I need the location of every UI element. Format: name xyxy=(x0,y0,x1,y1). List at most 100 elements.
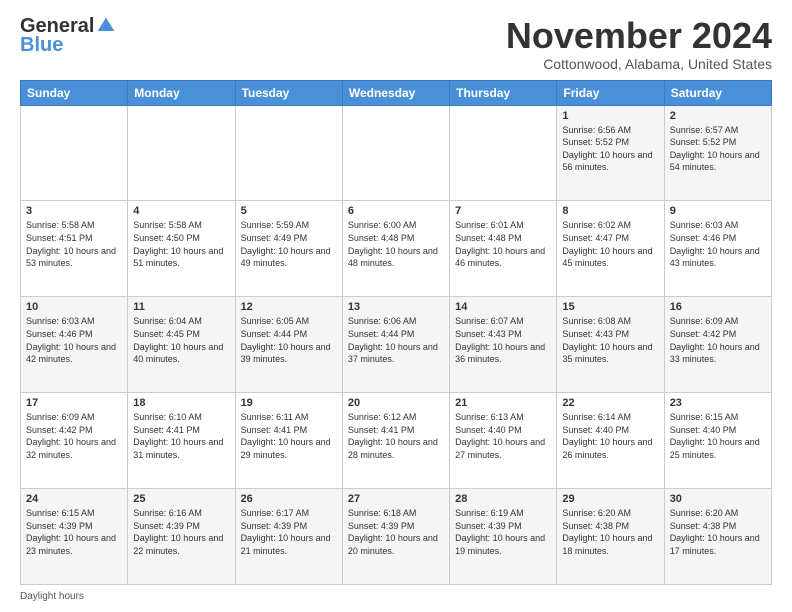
day-info: Sunrise: 6:20 AM Sunset: 4:38 PM Dayligh… xyxy=(562,507,658,557)
day-info: Sunrise: 6:14 AM Sunset: 4:40 PM Dayligh… xyxy=(562,411,658,461)
calendar-weekday-saturday: Saturday xyxy=(664,80,771,105)
day-number: 24 xyxy=(26,493,122,505)
calendar-cell: 25Sunrise: 6:16 AM Sunset: 4:39 PM Dayli… xyxy=(128,489,235,585)
day-info: Sunrise: 6:08 AM Sunset: 4:43 PM Dayligh… xyxy=(562,315,658,365)
calendar-cell: 28 Sunrise: 6:19 AM Sunset: 4:39 PM Dayli… xyxy=(450,489,557,585)
day-number: 30 xyxy=(670,493,766,505)
day-info: Sunrise: 6:16 AM Sunset: 4:39 PM Dayligh… xyxy=(133,507,229,557)
day-number: 15 xyxy=(562,301,658,313)
calendar-cell: 26 Sunrise: 6:17 AM Sunset: 4:39 PM Dayli… xyxy=(235,489,342,585)
calendar-cell: 2Sunrise: 6:57 AM Sunset: 5:52 PM Daylig… xyxy=(664,105,771,201)
calendar-cell: 22 Sunrise: 6:14 AM Sunset: 4:40 PM Dayli… xyxy=(557,393,664,489)
calendar-cell: 9Sunrise: 6:03 AM Sunset: 4:46 PM Daylig… xyxy=(664,201,771,297)
day-number: 16 xyxy=(670,301,766,313)
calendar-week-row-5: 24 Sunrise: 6:15 AM Sunset: 4:39 PM Dayli… xyxy=(21,489,772,585)
day-info: Sunrise: 5:58 AM Sunset: 4:51 PM Dayligh… xyxy=(26,219,122,269)
calendar-weekday-sunday: Sunday xyxy=(21,80,128,105)
calendar-cell xyxy=(235,105,342,201)
day-info: Sunrise: 6:12 AM Sunset: 4:41 PM Dayligh… xyxy=(348,411,444,461)
day-info: Sunrise: 6:02 AM Sunset: 4:47 PM Dayligh… xyxy=(562,219,658,269)
calendar-cell xyxy=(21,105,128,201)
calendar-weekday-wednesday: Wednesday xyxy=(342,80,449,105)
calendar-cell: 29Sunrise: 6:20 AM Sunset: 4:38 PM Dayli… xyxy=(557,489,664,585)
logo-blue-text: Blue xyxy=(20,34,63,57)
calendar-cell: 16Sunrise: 6:09 AM Sunset: 4:42 PM Dayli… xyxy=(664,297,771,393)
day-info: Sunrise: 6:17 AM Sunset: 4:39 PM Dayligh… xyxy=(241,507,337,557)
calendar-cell xyxy=(342,105,449,201)
calendar-weekday-friday: Friday xyxy=(557,80,664,105)
calendar-cell xyxy=(128,105,235,201)
day-info: Sunrise: 6:10 AM Sunset: 4:41 PM Dayligh… xyxy=(133,411,229,461)
calendar-weekday-tuesday: Tuesday xyxy=(235,80,342,105)
header: General Blue November 2024 Cottonwood, A… xyxy=(20,16,772,72)
day-number: 20 xyxy=(348,397,444,409)
calendar-weekday-monday: Monday xyxy=(128,80,235,105)
calendar-cell: 10Sunrise: 6:03 AM Sunset: 4:46 PM Dayli… xyxy=(21,297,128,393)
calendar-cell: 1 Sunrise: 6:56 AM Sunset: 5:52 PM Daylig… xyxy=(557,105,664,201)
title-block: November 2024 Cottonwood, Alabama, Unite… xyxy=(506,16,772,72)
day-info: Sunrise: 6:01 AM Sunset: 4:48 PM Dayligh… xyxy=(455,219,551,269)
day-number: 11 xyxy=(133,301,229,313)
day-info: Sunrise: 6:20 AM Sunset: 4:38 PM Dayligh… xyxy=(670,507,766,557)
calendar-week-row-2: 3 Sunrise: 5:58 AM Sunset: 4:51 PM Daylig… xyxy=(21,201,772,297)
calendar-cell: 17Sunrise: 6:09 AM Sunset: 4:42 PM Dayli… xyxy=(21,393,128,489)
calendar-header-row: SundayMondayTuesdayWednesdayThursdayFrid… xyxy=(21,80,772,105)
calendar-week-row-1: 1 Sunrise: 6:56 AM Sunset: 5:52 PM Daylig… xyxy=(21,105,772,201)
day-number: 3 xyxy=(26,205,122,217)
calendar-cell: 21 Sunrise: 6:13 AM Sunset: 4:40 PM Dayli… xyxy=(450,393,557,489)
calendar-cell xyxy=(450,105,557,201)
calendar-cell: 18 Sunrise: 6:10 AM Sunset: 4:41 PM Dayli… xyxy=(128,393,235,489)
day-number: 27 xyxy=(348,493,444,505)
day-info: Sunrise: 6:06 AM Sunset: 4:44 PM Dayligh… xyxy=(348,315,444,365)
calendar-cell: 24 Sunrise: 6:15 AM Sunset: 4:39 PM Dayli… xyxy=(21,489,128,585)
day-number: 10 xyxy=(26,301,122,313)
day-info: Sunrise: 5:59 AM Sunset: 4:49 PM Dayligh… xyxy=(241,219,337,269)
day-number: 4 xyxy=(133,205,229,217)
day-number: 7 xyxy=(455,205,551,217)
day-number: 28 xyxy=(455,493,551,505)
day-info: Sunrise: 6:57 AM Sunset: 5:52 PM Dayligh… xyxy=(670,124,766,174)
day-info: Sunrise: 6:18 AM Sunset: 4:39 PM Dayligh… xyxy=(348,507,444,557)
calendar-cell: 6Sunrise: 6:00 AM Sunset: 4:48 PM Daylig… xyxy=(342,201,449,297)
calendar-cell: 27 Sunrise: 6:18 AM Sunset: 4:39 PM Dayli… xyxy=(342,489,449,585)
logo: General Blue xyxy=(20,16,116,57)
calendar-cell: 20 Sunrise: 6:12 AM Sunset: 4:41 PM Dayli… xyxy=(342,393,449,489)
calendar-cell: 30 Sunrise: 6:20 AM Sunset: 4:38 PM Dayli… xyxy=(664,489,771,585)
day-number: 9 xyxy=(670,205,766,217)
daylight-label: Daylight hours xyxy=(20,591,84,602)
day-number: 12 xyxy=(241,301,337,313)
day-info: Sunrise: 6:13 AM Sunset: 4:40 PM Dayligh… xyxy=(455,411,551,461)
day-info: Sunrise: 6:07 AM Sunset: 4:43 PM Dayligh… xyxy=(455,315,551,365)
location-subtitle: Cottonwood, Alabama, United States xyxy=(506,56,772,72)
day-info: Sunrise: 6:11 AM Sunset: 4:41 PM Dayligh… xyxy=(241,411,337,461)
day-number: 23 xyxy=(670,397,766,409)
footer: Daylight hours xyxy=(20,591,772,602)
day-info: Sunrise: 6:15 AM Sunset: 4:40 PM Dayligh… xyxy=(670,411,766,461)
calendar-cell: 19Sunrise: 6:11 AM Sunset: 4:41 PM Dayli… xyxy=(235,393,342,489)
calendar-cell: 8Sunrise: 6:02 AM Sunset: 4:47 PM Daylig… xyxy=(557,201,664,297)
calendar-week-row-4: 17Sunrise: 6:09 AM Sunset: 4:42 PM Dayli… xyxy=(21,393,772,489)
logo-general: General xyxy=(20,16,94,36)
calendar-week-row-3: 10Sunrise: 6:03 AM Sunset: 4:46 PM Dayli… xyxy=(21,297,772,393)
calendar-cell: 14 Sunrise: 6:07 AM Sunset: 4:43 PM Dayli… xyxy=(450,297,557,393)
day-info: Sunrise: 6:19 AM Sunset: 4:39 PM Dayligh… xyxy=(455,507,551,557)
day-info: Sunrise: 6:15 AM Sunset: 4:39 PM Dayligh… xyxy=(26,507,122,557)
calendar-cell: 15 Sunrise: 6:08 AM Sunset: 4:43 PM Dayli… xyxy=(557,297,664,393)
calendar-cell: 12 Sunrise: 6:05 AM Sunset: 4:44 PM Dayli… xyxy=(235,297,342,393)
day-number: 14 xyxy=(455,301,551,313)
day-number: 21 xyxy=(455,397,551,409)
calendar-cell: 3 Sunrise: 5:58 AM Sunset: 4:51 PM Daylig… xyxy=(21,201,128,297)
day-info: Sunrise: 6:56 AM Sunset: 5:52 PM Dayligh… xyxy=(562,124,658,174)
calendar-table: SundayMondayTuesdayWednesdayThursdayFrid… xyxy=(20,80,772,585)
day-info: Sunrise: 5:58 AM Sunset: 4:50 PM Dayligh… xyxy=(133,219,229,269)
day-number: 1 xyxy=(562,110,658,122)
page: General Blue November 2024 Cottonwood, A… xyxy=(0,0,792,612)
calendar-cell: 11 Sunrise: 6:04 AM Sunset: 4:45 PM Dayli… xyxy=(128,297,235,393)
day-number: 22 xyxy=(562,397,658,409)
day-number: 18 xyxy=(133,397,229,409)
day-info: Sunrise: 6:05 AM Sunset: 4:44 PM Dayligh… xyxy=(241,315,337,365)
day-number: 13 xyxy=(348,301,444,313)
day-info: Sunrise: 6:04 AM Sunset: 4:45 PM Dayligh… xyxy=(133,315,229,365)
day-info: Sunrise: 6:00 AM Sunset: 4:48 PM Dayligh… xyxy=(348,219,444,269)
day-number: 26 xyxy=(241,493,337,505)
